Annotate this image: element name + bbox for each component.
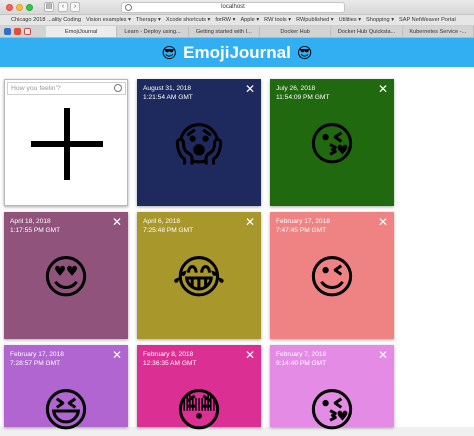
close-window-button[interactable] [6,4,13,11]
entry-time-text: 12:36:35 AM GMT [143,360,197,367]
journal-entry-card: August 31, 2018 1:21:54 AM GMT ✕ 😱 [137,79,261,206]
tab-bar: EmojiJournal Learn - Deploy using... Get… [0,26,474,38]
entry-date-text: August 31, 2018 [143,85,192,92]
zoom-window-button[interactable] [26,4,33,11]
tab-label: Learn - Deploy using... [124,28,181,35]
plus-icon [31,141,103,147]
sunglasses-emoji: 😎 [161,44,178,62]
entry-date: February 17, 2018 7:28:57 PM GMT [10,350,64,368]
tab-label: Docker Hub Quicksta... [337,28,396,35]
forward-arrow-icon[interactable]: › [70,2,80,12]
entry-date: February 7, 2018 9:14:40 PM GMT [276,350,326,368]
entry-time-text: 7:28:57 PM GMT [10,360,61,367]
tab-docker-hub[interactable]: Docker Hub [260,26,332,37]
close-icon[interactable]: ✕ [245,83,255,95]
entry-time-text: 1:21:54 AM GMT [143,94,193,101]
entry-date: February 17, 2018 7:47:45 PM GMT [276,217,330,235]
tab-label: EmojiJournal [64,28,98,35]
entry-emoji: 😆 [42,384,90,436]
address-bar[interactable]: localhost [121,2,345,13]
entry-date-text: February 8, 2018 [143,351,194,358]
bookmark-item[interactable]: forRW ▾ [215,17,235,23]
address-text: localhost [221,4,245,10]
browser-titlebar: ▤ ‹ › localhost [0,0,474,15]
app-header: 😎 EmojiJournal 😎 [0,38,474,67]
entry-time-text: 9:14:40 PM GMT [276,360,327,367]
entry-emoji: 😂 [172,251,226,303]
sunglasses-emoji: 😎 [296,44,313,62]
bookmark-item[interactable]: Therapy ▾ [136,17,161,23]
tab-label: Getting started with I... [195,28,252,35]
entry-date-text: February 17, 2018 [276,218,330,225]
bookmark-item[interactable]: RWpublished ▾ [296,17,334,23]
entry-date-text: February 17, 2018 [10,351,64,358]
bookmark-item[interactable]: Utilities ▾ [339,17,361,23]
bookmarks-bar: Chicago 2018 ...ality Coding Vision exam… [0,15,474,26]
entry-emoji: 😱 [175,118,223,170]
close-icon[interactable]: ✕ [245,216,255,228]
journal-entry-card: April 6, 2018 7:25:48 PM GMT ✕ 😂 [137,212,261,339]
pinned-tabs [0,26,46,37]
tab-label: Kubernetes Service -... [409,28,467,35]
tab-emojijournal[interactable]: EmojiJournal [46,26,118,37]
close-icon[interactable]: ✕ [378,83,388,95]
bookmark-item[interactable]: Chicago 2018 ...ality Coding [11,17,81,23]
close-icon[interactable]: ✕ [245,349,255,361]
entry-emoji: 😘 [308,384,356,436]
entry-time-text: 11:54:09 PM GMT [276,94,330,101]
entry-date: April 6, 2018 7:25:48 PM GMT [143,217,193,235]
sidebar-toggle-icon[interactable]: ▤ [44,2,54,12]
back-arrow-icon[interactable]: ‹ [58,2,68,12]
entry-date: February 8, 2018 12:36:35 AM GMT [143,350,197,368]
entry-date-text: April 18, 2018 [10,218,51,225]
entry-emoji: 😉 [308,251,356,303]
bookmark-item[interactable]: Apple ▾ [240,17,259,23]
bookmark-item[interactable]: Vision examples ▾ [86,17,131,23]
page-title: EmojiJournal [183,42,291,62]
entry-time-text: 1:17:55 PM GMT [10,227,61,234]
entry-date-text: April 6, 2018 [143,218,181,225]
journal-entry-card: February 17, 2018 7:47:45 PM GMT ✕ 😉 [270,212,394,339]
entry-emoji: 😳 [175,384,223,436]
entry-emoji: 😘 [308,118,356,170]
journal-entry-card: July 26, 2018 11:54:09 PM GMT ✕ 😘 [270,79,394,206]
bookmark-item[interactable]: Shopping ▾ [366,17,394,23]
tab-learn[interactable]: Learn - Deploy using... [117,26,189,37]
new-entry-card: How you feelin'? [4,79,128,206]
pinned-tab-icon[interactable] [14,28,21,35]
close-icon[interactable]: ✕ [112,349,122,361]
journal-entry-card: February 8, 2018 12:36:35 AM GMT ✕ 😳 [137,345,261,433]
entry-emoji: 😍 [42,251,90,303]
journal-entry-card: February 7, 2018 9:14:40 PM GMT ✕ 😘 [270,345,394,433]
bookmark-item[interactable]: Xcode shortcuts ▾ [166,17,210,23]
info-icon[interactable] [125,4,132,11]
entry-date-text: July 26, 2018 [276,85,316,92]
entry-date: April 18, 2018 1:17:55 PM GMT [10,217,60,235]
entry-date: August 31, 2018 1:21:54 AM GMT [143,84,193,102]
close-icon[interactable]: ✕ [112,216,122,228]
emoji-picker-icon[interactable] [114,84,122,92]
tab-kubernetes[interactable]: Kubernetes Service -... [403,26,474,37]
journal-entry-card: February 17, 2018 7:28:57 PM GMT ✕ 😆 [4,345,128,433]
bookmark-item[interactable]: RW tools ▾ [264,17,291,23]
entry-date-text: February 7, 2018 [276,351,327,358]
tab-getting-started[interactable]: Getting started with I... [189,26,260,37]
entry-time-text: 7:25:48 PM GMT [143,227,194,234]
journal-entry-card: April 18, 2018 1:17:55 PM GMT ✕ 😍 [4,212,128,339]
entry-date: July 26, 2018 11:54:09 PM GMT [276,84,329,102]
minimize-window-button[interactable] [16,4,23,11]
tab-docker-quickstart[interactable]: Docker Hub Quicksta... [331,26,403,37]
close-icon[interactable]: ✕ [378,216,388,228]
tab-label: Docker Hub [280,28,310,35]
bookmark-item[interactable]: SAP NetWeaver Portal [399,17,456,23]
close-icon[interactable]: ✕ [378,349,388,361]
entry-time-text: 7:47:45 PM GMT [276,227,327,234]
app-content: 😎 EmojiJournal 😎 How you feelin'? August… [0,38,474,433]
feeling-input[interactable]: How you feelin'? [7,82,126,95]
feeling-input-placeholder: How you feelin'? [11,85,61,92]
pinned-tab-icon[interactable] [4,28,11,35]
mail-icon[interactable] [24,28,31,35]
